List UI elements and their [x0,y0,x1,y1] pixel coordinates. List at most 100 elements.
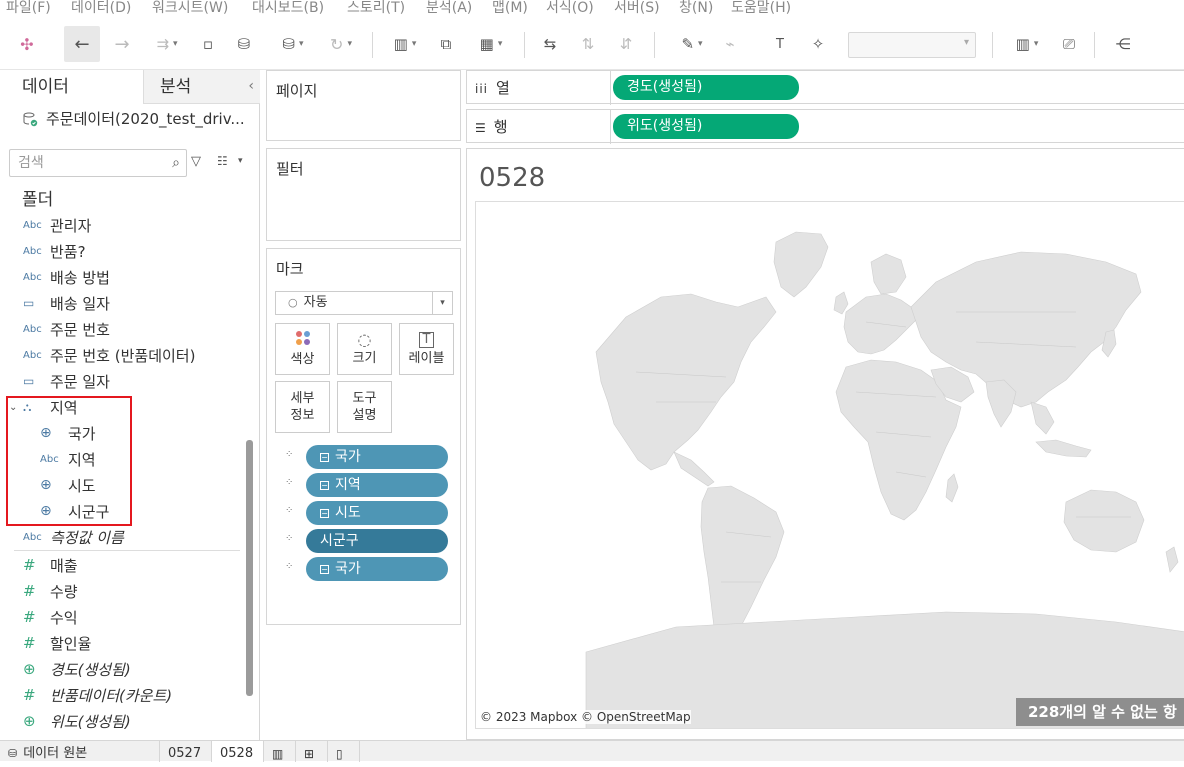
field-discount[interactable]: # 할인율 [0,630,240,656]
globe-icon: ⊕ [23,660,36,678]
mark-pill-country[interactable]: − 국가 [306,445,448,469]
datasource-item[interactable]: 주문데이터(2020_test_driv... [22,108,245,129]
sort-ascending-icon[interactable]: ⇅ [576,26,600,62]
scrollbar[interactable] [246,440,253,696]
tab-data[interactable]: 데이터 [0,70,143,104]
show-me-icon[interactable]: ▥ ▾ [1006,26,1048,62]
search-input[interactable]: 검색 ⌕ [9,149,187,177]
detail-button[interactable]: 세부 정보 [275,381,330,433]
field-ship-mode[interactable]: Abc 배송 방법 [0,264,240,290]
highlight-icon[interactable]: ✎ ▾ [672,26,712,62]
sort-descending-icon[interactable]: ⇵ [614,26,638,62]
tab-sheet-0528[interactable]: 0528 [212,741,264,762]
chevron-down-icon[interactable]: ▾ [238,156,243,166]
field-order-id[interactable]: Abc 주문 번호 [0,316,240,342]
tab-sheet-0527[interactable]: 0527 [160,741,212,762]
rows-pill[interactable]: 위도(생성됨) [613,114,799,139]
refresh-icon[interactable]: ↻ ▾ [320,26,362,62]
collapse-pane-icon[interactable]: ‹ [248,78,254,94]
menu-help[interactable]: 도움말(H) [731,0,791,17]
menu-file[interactable]: 파일(F) [6,0,51,17]
tooltip-button[interactable]: 도구 설명 [337,381,392,433]
field-profit[interactable]: # 수익 [0,604,240,630]
field-latitude[interactable]: ⊕ 위도(생성됨) [0,708,240,734]
tableau-logo-icon[interactable]: ✣ [14,26,40,62]
unknown-values-indicator[interactable]: 228개의 알 수 없는 항 [1016,698,1184,726]
new-story-icon[interactable]: ▯ [328,741,360,762]
menu-server[interactable]: 서버(S) [614,0,660,17]
columns-pill[interactable]: 경도(생성됨) [613,75,799,100]
columns-shelf[interactable]: iii 열 경도(생성됨) [466,70,1184,105]
filter-icon[interactable]: ▽ [191,154,201,169]
viz-title[interactable]: 0528 [479,163,545,193]
mark-type-value: 자동 [303,295,328,310]
menu-format[interactable]: 서식(O) [546,0,594,17]
fix-axes-icon[interactable]: ✧ [806,26,830,62]
tab-datasource[interactable]: ⛁ 데이터 원본 [0,741,160,762]
menu-worksheet[interactable]: 워크시트(W) [152,0,228,17]
number-icon: # [23,556,36,574]
marks-card: 마크 ○ 자동 ▾ 색상 ◌ 크기 T 레이블 세부 정보 도구 설명 ⁘ − 국가… [266,248,461,625]
mark-pill-city[interactable]: 시군구 [306,529,448,553]
mark-pill-region[interactable]: − 지역 [306,473,448,497]
fit-select[interactable] [848,32,976,58]
group-members-icon[interactable]: ⌁ [718,26,742,62]
pages-title: 페이지 [276,82,318,100]
presentation-mode-icon[interactable]: ⎚ [1056,26,1082,62]
rows-icon: ☰ [475,121,486,135]
collapse-icon[interactable]: − [320,565,329,574]
mark-pill-country[interactable]: − 국가 [306,557,448,581]
collapse-icon[interactable]: − [320,481,329,490]
tab-analysis[interactable]: 분석 [143,70,260,104]
map-attribution[interactable]: © 2023 Mapbox © OpenStreetMap [480,710,691,724]
chevron-down-icon[interactable]: ▾ [432,292,452,314]
menu-story[interactable]: 스토리(T) [347,0,405,17]
abc-icon: Abc [23,245,42,257]
field-ship-date[interactable]: ▭ 배송 일자 [0,290,240,316]
collapse-icon[interactable]: − [320,453,329,462]
new-worksheet-icon[interactable]: ▥ [264,741,296,762]
field-quantity[interactable]: # 수량 [0,578,240,604]
collapse-icon[interactable]: − [320,509,329,518]
menu-window[interactable]: 창(N) [679,0,713,17]
new-worksheet-icon[interactable]: ▥ ▾ [384,26,426,62]
circle-icon: ○ [288,296,298,309]
menu-data[interactable]: 데이터(D) [71,0,131,17]
abc-icon: Abc [23,323,42,335]
field-manager[interactable]: Abc 관리자 [0,212,240,238]
view-list-icon[interactable]: ☷ [217,154,228,168]
menu-analysis[interactable]: 분석(A) [426,0,472,17]
clear-sheet-icon[interactable]: ▦ ▾ [470,26,512,62]
mark-type-select[interactable]: ○ 자동 ▾ [275,291,453,315]
color-button[interactable]: 색상 [275,323,330,375]
save-icon[interactable]: ▫ [196,26,220,62]
new-datasource-icon[interactable]: ⛁ [232,26,256,62]
swap-rows-columns-icon[interactable]: ⇆ [538,26,562,62]
rows-shelf[interactable]: ☰ 행 위도(생성됨) [466,109,1184,144]
redo-icon[interactable]: ⇉ ▾ [146,26,188,62]
world-map[interactable]: © 2023 Mapbox © OpenStreetMap 228개의 알 수 … [475,201,1184,729]
filters-shelf[interactable]: 필터 [266,148,461,241]
pause-updates-icon[interactable]: ⛁ ▾ [272,26,314,62]
datasource-name: 주문데이터(2020_test_driv... [46,110,245,128]
pages-shelf[interactable]: 페이지 [266,70,461,141]
field-order-id-returns[interactable]: Abc 주문 번호 (반품데이터) [0,342,240,368]
columns-label: iii 열 [475,79,510,97]
field-returned[interactable]: Abc 반품? [0,238,240,264]
show-mark-labels-icon[interactable]: T [768,26,792,62]
field-order-date[interactable]: ▭ 주문 일자 [0,368,240,394]
field-measure-names[interactable]: Abc 측정값 이름 [0,524,240,550]
forward-arrow-icon[interactable]: → [110,26,134,62]
new-dashboard-icon[interactable]: ⊞ [296,741,328,762]
label-button[interactable]: T 레이블 [399,323,454,375]
field-longitude[interactable]: ⊕ 경도(생성됨) [0,656,240,682]
share-icon[interactable]: ⋲ [1110,26,1136,62]
menu-dashboard[interactable]: 대시보드(B) [252,0,324,17]
mark-pill-state[interactable]: − 시도 [306,501,448,525]
field-sales[interactable]: # 매출 [0,552,240,578]
menu-map[interactable]: 맵(M) [492,0,528,17]
size-button[interactable]: ◌ 크기 [337,323,392,375]
duplicate-sheet-icon[interactable]: ⧉ [434,26,458,62]
back-arrow-icon[interactable]: ← [64,26,100,62]
field-returns-count[interactable]: # 반품데이터(카운트) [0,682,240,708]
